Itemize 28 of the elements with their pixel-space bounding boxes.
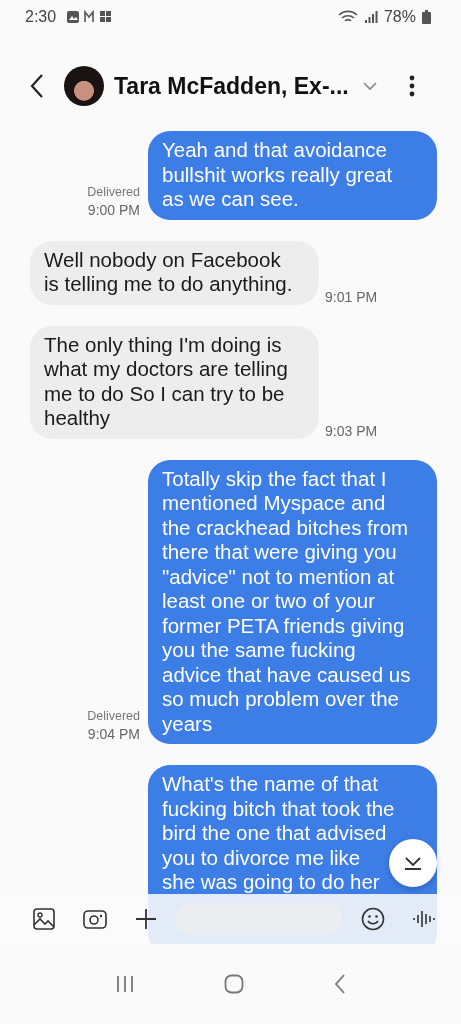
sent-message[interactable]: Totally skip the fact that I mentioned Myspace and the crackhead bitches from there that were giving you "advice" not to mention at least one or two of your former PETA friends giving you the same fucking advice that have caused us so much problem over the years: [148, 459, 437, 744]
message-time: 9:04 PM: [87, 726, 140, 742]
signal-icon: [363, 10, 378, 24]
received-message[interactable]: Well nobody on Facebook is telling me to do anything.: [30, 240, 319, 305]
chevron-down-icon: [403, 856, 423, 870]
delivery-status: Delivered: [87, 709, 140, 723]
camera-icon[interactable]: [83, 909, 107, 929]
battery-icon: [422, 10, 431, 24]
home-icon[interactable]: [224, 974, 245, 994]
received-message[interactable]: The only thing I'm doing is what my doctors are telling me to do So I can try to be healthy: [30, 325, 319, 439]
wifi-icon: [337, 10, 358, 24]
message-time: 9:00 PM: [87, 201, 140, 218]
gallery-icon[interactable]: [33, 908, 55, 930]
recent-apps-icon[interactable]: [114, 975, 135, 993]
battery-percent: 78%: [383, 8, 416, 26]
chevron-down-icon[interactable]: [362, 81, 377, 91]
plus-icon[interactable]: [135, 908, 157, 930]
voice-icon[interactable]: [413, 908, 435, 930]
contact-name[interactable]: Tara McFadden, Ex-...: [114, 72, 349, 100]
message-time: 9:01 PM: [325, 288, 378, 305]
more-options-icon[interactable]: [408, 75, 415, 97]
avatar[interactable]: [64, 66, 104, 106]
delivery-status: Delivered: [87, 184, 140, 199]
sent-message[interactable]: Yeah and that avoidance bullshit works really great as we can see.: [148, 131, 437, 220]
emoji-icon[interactable]: [361, 907, 385, 931]
status-time: 2:30: [25, 8, 57, 26]
message-time: 9:03 PM: [325, 422, 378, 439]
back-icon[interactable]: [30, 73, 44, 99]
